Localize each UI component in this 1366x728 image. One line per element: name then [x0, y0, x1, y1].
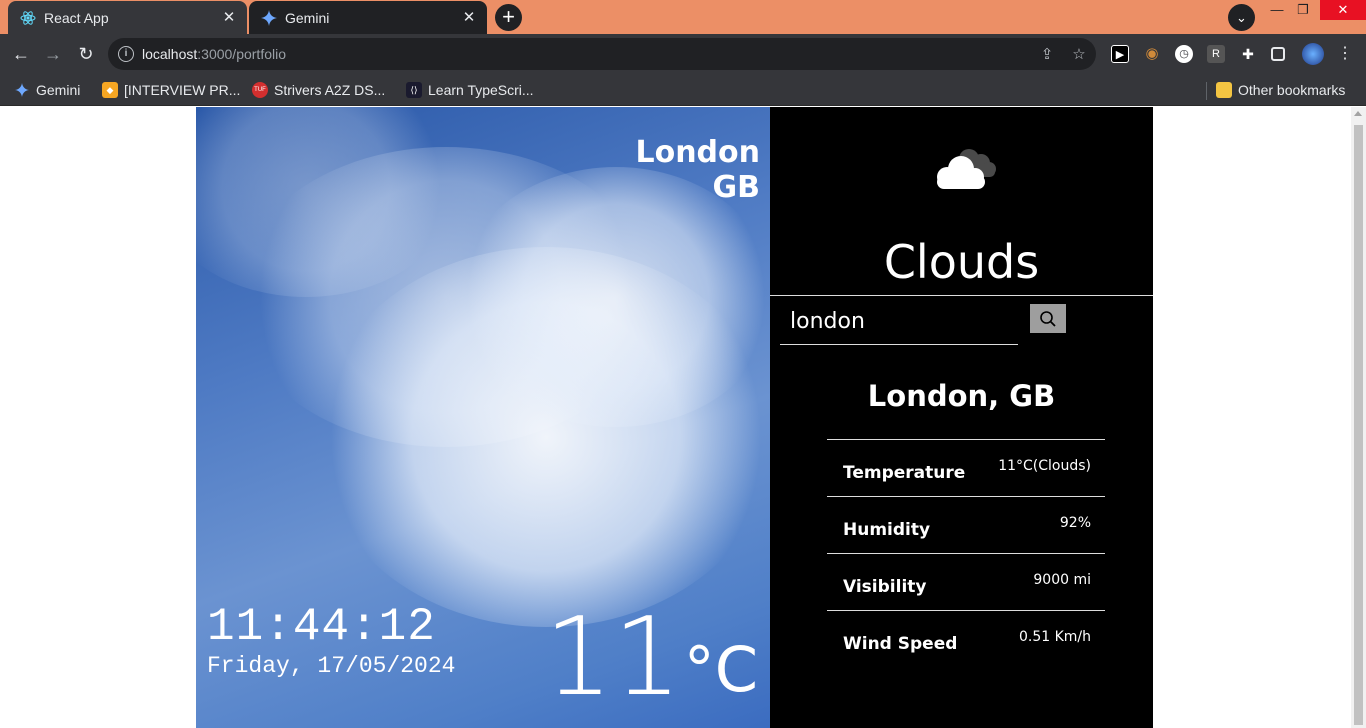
search-button[interactable] — [1030, 304, 1066, 333]
stat-value: 9000 mi — [983, 553, 1105, 611]
temperature-unit: °C — [683, 633, 758, 706]
info-icon[interactable]: i — [118, 46, 134, 62]
stat-label: Temperature — [827, 439, 984, 497]
cookie-extension-icon[interactable]: ◉ — [1143, 45, 1161, 63]
tab-title: Gemini — [285, 9, 330, 26]
bookmark-interview[interactable]: ◆ [INTERVIEW PR... — [102, 80, 240, 100]
cloud-shape — [456, 167, 770, 427]
gemini-icon — [261, 9, 277, 26]
tab-strip: React App ✕ Gemini ✕ + ⌄ — ❐ ✕ — [0, 0, 1366, 34]
back-arrow-icon[interactable]: ← — [9, 42, 33, 66]
reload-icon[interactable]: ↻ — [74, 42, 98, 66]
city-name: London — [635, 135, 760, 170]
browser-toolbar: ← → ↻ i localhost:3000/portfolio ⇪ ☆ ▶ ◉… — [0, 34, 1366, 74]
tuf-icon: TUF — [252, 82, 268, 98]
weather-hero-panel: London GB 11:44:12 Friday, 17/05/2024 11… — [196, 107, 770, 728]
scrollbar-thumb[interactable] — [1354, 125, 1363, 725]
bookmark-gemini[interactable]: Gemini — [14, 80, 80, 100]
city-search-input[interactable] — [780, 305, 1010, 337]
gemini-icon — [14, 82, 30, 98]
more-menu-icon[interactable]: ⋮ — [1333, 42, 1357, 66]
weather-details-panel: Clouds London, GB Temperature 11°C(Cloud… — [770, 107, 1153, 728]
stat-label: Humidity — [827, 496, 984, 554]
stat-value: 0.51 Km/h — [983, 610, 1105, 668]
window-close-button[interactable]: ✕ — [1320, 0, 1366, 20]
bookmarks-separator — [1206, 82, 1207, 100]
close-icon[interactable]: ✕ — [461, 9, 477, 26]
weather-condition: Clouds — [883, 235, 1040, 289]
location-title: London, GB — [867, 379, 1056, 413]
current-date: Friday, 17/05/2024 — [207, 653, 456, 679]
stat-label: Visibility — [827, 553, 984, 611]
url-text[interactable]: localhost:3000/portfolio — [142, 46, 286, 62]
bookmark-typescript[interactable]: ⟨⟩ Learn TypeScri... — [406, 80, 534, 100]
forward-arrow-icon[interactable]: → — [41, 42, 65, 66]
stat-label: Wind Speed — [827, 610, 984, 668]
current-time: 11:44:12 — [207, 601, 436, 653]
table-row: Visibility 9000 mi — [827, 553, 1105, 611]
tab-gemini[interactable]: Gemini ✕ — [249, 1, 487, 34]
r-extension-icon[interactable]: R — [1207, 45, 1225, 63]
big-temperature: 11 °C — [544, 601, 758, 715]
city-country: London GB — [635, 135, 760, 205]
weather-stats-table: Temperature 11°C(Clouds) Humidity 92% Vi… — [827, 439, 1105, 668]
tab-search-button[interactable]: ⌄ — [1228, 4, 1255, 31]
youtube-extension-icon[interactable]: ▶ — [1111, 45, 1129, 63]
folder-icon — [1216, 82, 1232, 98]
search-icon — [1040, 310, 1056, 327]
clock-extension-icon[interactable]: ◷ — [1175, 45, 1193, 63]
table-row: Wind Speed 0.51 Km/h — [827, 610, 1105, 668]
temperature-number: 11 — [544, 595, 682, 720]
scroll-up-arrow-icon[interactable] — [1354, 111, 1362, 116]
bookmarks-bar: Gemini ◆ [INTERVIEW PR... TUF Strivers A… — [0, 74, 1366, 106]
stat-value: 92% — [983, 496, 1105, 554]
side-panel-icon[interactable] — [1271, 47, 1285, 61]
address-bar[interactable]: i localhost:3000/portfolio ⇪ ☆ — [108, 38, 1096, 70]
divider — [770, 295, 1153, 296]
new-tab-button[interactable]: + — [495, 4, 522, 31]
react-icon — [20, 10, 36, 26]
page-scrollbar[interactable] — [1351, 107, 1366, 728]
typescript-icon: ⟨⟩ — [406, 82, 422, 98]
search-field — [780, 305, 1018, 345]
interview-icon: ◆ — [102, 82, 118, 98]
share-icon[interactable]: ⇪ — [1038, 46, 1056, 64]
table-row: Humidity 92% — [827, 496, 1105, 554]
tab-title: React App — [44, 9, 109, 26]
page-viewport: London GB 11:44:12 Friday, 17/05/2024 11… — [0, 107, 1366, 728]
other-bookmarks[interactable]: Other bookmarks — [1216, 80, 1345, 100]
close-icon[interactable]: ✕ — [221, 9, 237, 26]
stat-value: 11°C(Clouds) — [983, 439, 1105, 497]
tab-react-app[interactable]: React App ✕ — [8, 1, 247, 34]
country-code: GB — [712, 170, 761, 205]
bookmark-strivers[interactable]: TUF Strivers A2Z DS... — [252, 80, 385, 100]
table-row: Temperature 11°C(Clouds) — [827, 439, 1105, 497]
bookmark-star-icon[interactable]: ☆ — [1070, 46, 1088, 64]
profile-avatar[interactable] — [1302, 43, 1324, 65]
clouds-weather-icon — [937, 149, 996, 189]
extensions-puzzle-icon[interactable]: ✚ — [1239, 45, 1257, 63]
